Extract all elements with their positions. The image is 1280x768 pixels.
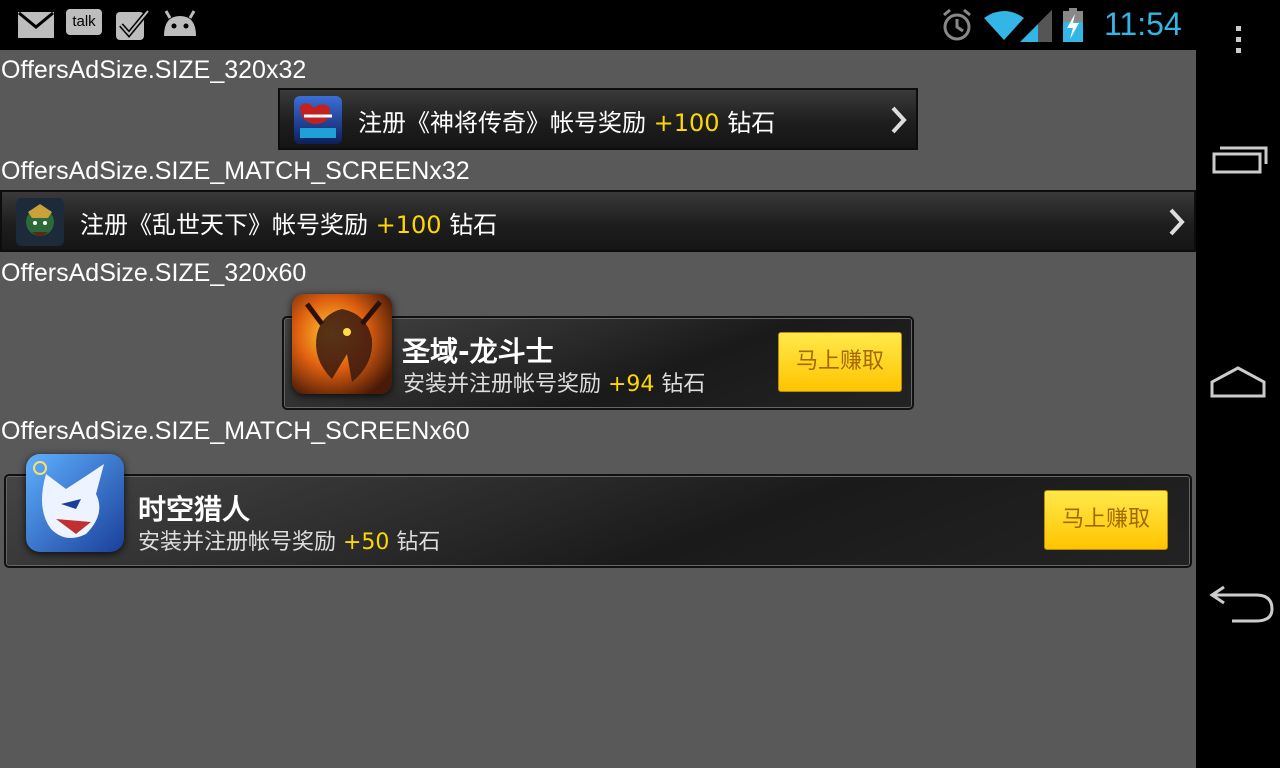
size-label: OffersAdSize.SIZE_MATCH_SCREENx60 xyxy=(1,417,470,445)
signal-icon xyxy=(1020,10,1052,42)
ad-banner-match-screen-x32[interactable]: 注册《乱世天下》帐号奖励 +100 钻石 xyxy=(0,190,1196,252)
talk-icon: talk xyxy=(66,9,102,35)
status-bar: talk 11:54 xyxy=(0,0,1196,50)
clock: 11:54 xyxy=(1104,6,1182,42)
reward-amount: +100 xyxy=(375,211,442,239)
content-area: OffersAdSize.SIZE_320x32 注册《神将传奇》帐号奖励 +1… xyxy=(0,50,1196,768)
ad-title: 时空猎人 xyxy=(138,493,251,526)
ad-text-suffix: 钻石 xyxy=(719,109,776,137)
earn-now-button[interactable]: 马上赚取 xyxy=(778,332,902,392)
android-icon xyxy=(164,10,196,36)
chevron-right-icon xyxy=(1169,208,1185,236)
alarm-icon xyxy=(943,8,971,41)
size-label: OffersAdSize.SIZE_320x60 xyxy=(1,259,307,287)
ad-banner-match-screen-x60[interactable]: 时空猎人 安装并注册帐号奖励 +50 钻石 马上赚取 xyxy=(4,474,1192,568)
ad-title: 圣域-龙斗士 xyxy=(402,335,554,368)
game-icon-luanshi xyxy=(16,198,64,246)
recent-apps-icon[interactable] xyxy=(1196,140,1280,180)
navigation-bar xyxy=(1196,0,1280,768)
game-icon-dragon xyxy=(292,294,392,394)
mail-icon xyxy=(18,12,54,38)
size-label: OffersAdSize.SIZE_320x32 xyxy=(1,56,307,84)
ad-text-prefix: 注册《乱世天下》帐号奖励 xyxy=(80,211,376,239)
ad-subtitle: 安装并注册帐号奖励 +94 钻石 xyxy=(403,366,705,398)
overflow-menu-icon[interactable] xyxy=(1196,22,1280,58)
game-icon-wolf xyxy=(26,454,124,552)
check-icon xyxy=(116,9,150,40)
ad-sub-prefix: 安装并注册帐号奖励 xyxy=(138,530,343,555)
ad-banner-320x32[interactable]: 注册《神将传奇》帐号奖励 +100 钻石 xyxy=(278,88,918,150)
ad-sub-suffix: 钻石 xyxy=(389,530,441,555)
ad-text: 注册《乱世天下》帐号奖励 +100 钻石 xyxy=(80,205,497,240)
chevron-right-icon xyxy=(891,106,907,134)
ad-subtitle: 安装并注册帐号奖励 +50 钻石 xyxy=(138,524,440,556)
ad-text-prefix: 注册《神将传奇》帐号奖励 xyxy=(358,109,654,137)
back-icon[interactable] xyxy=(1196,585,1280,629)
wifi-icon xyxy=(984,11,1024,40)
ad-sub-suffix: 钻石 xyxy=(654,372,706,397)
battery-charging-icon xyxy=(1063,8,1083,42)
game-icon-shenjiang xyxy=(294,96,342,144)
ad-sub-prefix: 安装并注册帐号奖励 xyxy=(403,372,608,397)
reward-amount: +50 xyxy=(343,530,390,555)
ad-text: 注册《神将传奇》帐号奖励 +100 钻石 xyxy=(358,103,775,138)
home-icon[interactable] xyxy=(1196,362,1280,402)
reward-amount: +94 xyxy=(608,372,655,397)
reward-amount: +100 xyxy=(653,109,720,137)
size-label: OffersAdSize.SIZE_MATCH_SCREENx32 xyxy=(1,157,470,185)
earn-now-button[interactable]: 马上赚取 xyxy=(1044,490,1168,550)
ad-text-suffix: 钻石 xyxy=(441,211,498,239)
